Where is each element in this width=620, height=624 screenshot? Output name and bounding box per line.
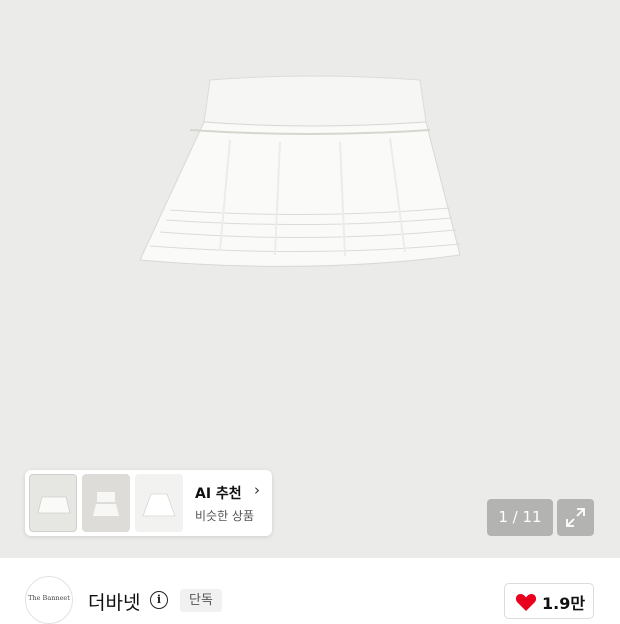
like-count: 1.9만	[542, 594, 586, 613]
store-logo-text: The Banneet	[28, 594, 70, 602]
product-image-gallery[interactable]: AI 추천 › 비슷한 상품 1 / 11	[0, 0, 620, 558]
exclusive-badge: 단독	[180, 589, 222, 612]
ai-recommend-title: AI 추천	[195, 486, 242, 502]
chevron-right-icon: ›	[254, 481, 260, 499]
info-icon[interactable]: i	[150, 591, 168, 609]
recommend-thumbnail[interactable]	[135, 474, 183, 532]
expand-icon	[566, 508, 585, 527]
like-button[interactable]: 1.9만	[504, 583, 594, 619]
store-name[interactable]: 더바넷	[88, 588, 140, 615]
expand-button[interactable]	[557, 499, 594, 536]
product-main-image	[139, 75, 461, 267]
store-info-row: The Banneet 더바넷 i 단독 1.9만	[0, 558, 620, 624]
ai-recommend-subtitle: 비슷한 상품	[195, 509, 255, 523]
ai-recommend-card[interactable]: AI 추천 › 비슷한 상품	[25, 470, 272, 536]
heart-icon	[515, 594, 537, 611]
store-logo[interactable]: The Banneet	[25, 576, 73, 624]
image-pager: 1 / 11	[487, 499, 553, 536]
recommend-thumbnail[interactable]	[82, 474, 130, 532]
recommend-thumbnail[interactable]	[29, 474, 77, 532]
